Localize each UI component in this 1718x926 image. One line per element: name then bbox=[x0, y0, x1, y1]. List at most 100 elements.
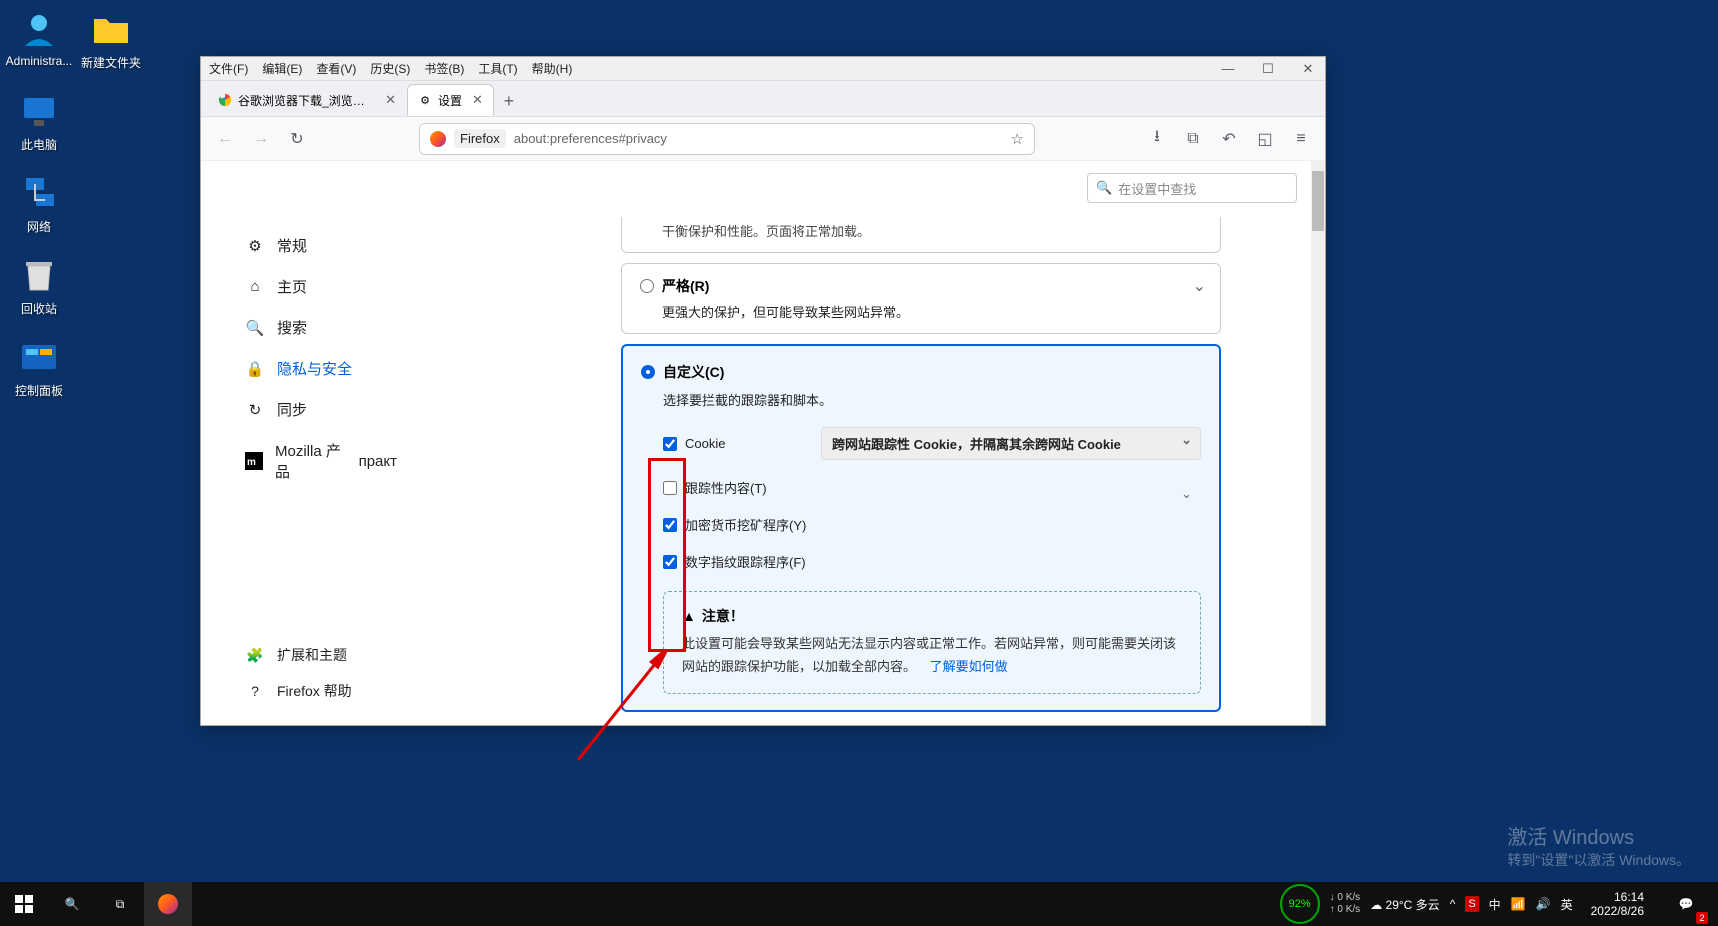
sidebar-item-general[interactable]: ⚙ 常规 bbox=[231, 225, 411, 266]
menu-bookmarks[interactable]: 书签(B) bbox=[424, 60, 464, 77]
downloads-button[interactable]: ⭳ bbox=[1143, 125, 1171, 153]
bookmark-star-icon[interactable]: ☆ bbox=[1011, 130, 1024, 148]
setting-standard-card: 干衡保护和性能。页面将正常加载。 bbox=[621, 217, 1221, 253]
checkbox-tracking-row: 跟踪性内容(T) bbox=[663, 478, 1201, 497]
back-button[interactable]: ← bbox=[211, 125, 239, 153]
tray-ime-s[interactable]: S bbox=[1465, 896, 1478, 912]
net-speed-indicator: ↓ 0 K/s ↑ 0 K/s bbox=[1330, 892, 1361, 916]
folder-icon bbox=[90, 8, 132, 50]
checkbox-fingerprint-row: 数字指纹跟踪程序(F) bbox=[663, 552, 1201, 571]
menu-file[interactable]: 文件(F) bbox=[209, 60, 248, 77]
new-tab-button[interactable]: + bbox=[494, 86, 524, 116]
user-icon bbox=[18, 8, 60, 50]
setting-strict-card[interactable]: 严格(R) 更强大的保护，但可能导致某些网站异常。 ⌄ bbox=[621, 263, 1221, 334]
tracking-checkbox[interactable] bbox=[663, 481, 677, 495]
sidebar-item-help[interactable]: ? Firefox 帮助 bbox=[231, 673, 366, 709]
checkbox-cookie-row: Cookie 跨网站跟踪性 Cookie，并隔离其余跨网站 Cookie bbox=[663, 427, 1201, 460]
url-bar[interactable]: Firefox about:preferences#privacy ☆ bbox=[419, 123, 1035, 155]
tab-close-icon[interactable]: ✕ bbox=[472, 92, 483, 108]
tray-volume-icon[interactable]: 🔊 bbox=[1536, 897, 1551, 911]
lock-icon: 🔒 bbox=[245, 359, 265, 379]
scrollbar[interactable] bbox=[1311, 161, 1325, 725]
window-close-button[interactable]: ✕ bbox=[1299, 60, 1317, 78]
desktop-icon-administrator[interactable]: Administra... bbox=[4, 8, 74, 68]
network-icon bbox=[18, 172, 60, 214]
reload-button[interactable]: ↻ bbox=[283, 125, 311, 153]
tab-bar: 谷歌浏览器下载_浏览器官网入口 ✕ ⚙ 设置 ✕ + bbox=[201, 81, 1325, 117]
gear-icon: ⚙ bbox=[245, 236, 265, 256]
tray-ime-lang[interactable]: 英 bbox=[1561, 896, 1573, 913]
tab-close-icon[interactable]: ✕ bbox=[385, 92, 396, 108]
chrome-icon bbox=[218, 93, 232, 107]
menu-tools[interactable]: 工具(T) bbox=[478, 60, 517, 77]
chevron-down-icon: ⌄ bbox=[1193, 276, 1206, 296]
start-button[interactable] bbox=[0, 882, 48, 926]
search-button[interactable]: 🔍 bbox=[48, 882, 96, 926]
tray-ime-zh[interactable]: 中 bbox=[1489, 896, 1501, 913]
toolbar: ← → ↻ Firefox about:preferences#privacy … bbox=[201, 117, 1325, 161]
forward-button[interactable]: → bbox=[247, 125, 275, 153]
activate-windows-watermark: 激活 Windows 转到"设置"以激活 Windows。 bbox=[1507, 821, 1690, 870]
warn-learn-more-link[interactable]: 了解要如何做 bbox=[930, 659, 1008, 674]
trash-icon bbox=[18, 254, 60, 296]
strict-radio[interactable] bbox=[640, 279, 654, 293]
desktop-icon-network[interactable]: 网络 bbox=[4, 172, 74, 235]
sidebar-item-search[interactable]: 🔍 搜索 bbox=[231, 307, 411, 348]
puzzle-icon: 🧩 bbox=[245, 645, 265, 665]
help-icon: ? bbox=[245, 681, 265, 701]
menu-edit[interactable]: 编辑(E) bbox=[262, 60, 302, 77]
window-minimize-button[interactable]: — bbox=[1219, 60, 1237, 78]
tab-settings[interactable]: ⚙ 设置 ✕ bbox=[407, 84, 494, 116]
gear-icon: ⚙ bbox=[418, 93, 432, 107]
cookie-checkbox[interactable] bbox=[663, 437, 677, 451]
control-panel-icon bbox=[18, 336, 60, 378]
setting-custom-card: 自定义(C) 选择要拦截的跟踪器和脚本。 Cookie 跨网站跟踪性 Cooki… bbox=[621, 344, 1221, 712]
undo-button[interactable]: ↶ bbox=[1215, 125, 1243, 153]
settings-search-input[interactable]: 🔍 在设置中查找 bbox=[1087, 173, 1297, 203]
task-view-button[interactable]: ⧉ bbox=[96, 882, 144, 926]
tab-chrome-download[interactable]: 谷歌浏览器下载_浏览器官网入口 ✕ bbox=[207, 84, 407, 116]
settings-sidebar: ⚙ 常规 ⌂ 主页 🔍 搜索 🔒 隐私与安全 ↻ 同步 bbox=[201, 161, 411, 725]
firefox-icon bbox=[430, 131, 446, 147]
search-icon: 🔍 bbox=[245, 318, 265, 338]
notification-button[interactable]: 💬 bbox=[1662, 882, 1710, 926]
cookie-dropdown[interactable]: 跨网站跟踪性 Cookie，并隔离其余跨网站 Cookie bbox=[821, 427, 1201, 460]
checkbox-crypto-row: 加密货币挖矿程序(Y) bbox=[663, 515, 1201, 534]
tracking-dropdown[interactable] bbox=[1031, 481, 1201, 495]
sidebar-item-mozilla[interactable]: m Mozilla 产品 практ bbox=[231, 430, 411, 492]
menu-history[interactable]: 历史(S) bbox=[370, 60, 410, 77]
taskbar-firefox[interactable] bbox=[144, 882, 192, 926]
pc-icon bbox=[18, 90, 60, 132]
desktop-icon-recycle-bin[interactable]: 回收站 bbox=[4, 254, 74, 317]
sync-icon: ↻ bbox=[245, 400, 265, 420]
extensions-button[interactable]: ⧉ bbox=[1179, 125, 1207, 153]
custom-radio-row[interactable]: 自定义(C) bbox=[641, 362, 1201, 382]
fingerprint-checkbox[interactable] bbox=[663, 555, 677, 569]
sidebar-item-home[interactable]: ⌂ 主页 bbox=[231, 266, 411, 307]
url-text: about:preferences#privacy bbox=[514, 131, 1003, 146]
desktop-icon-control-panel[interactable]: 控制面板 bbox=[4, 336, 74, 399]
crypto-checkbox[interactable] bbox=[663, 518, 677, 532]
url-product-badge: Firefox bbox=[454, 129, 506, 148]
taskbar-clock[interactable]: 16:14 2022/8/26 bbox=[1583, 890, 1652, 919]
menu-view[interactable]: 查看(V) bbox=[316, 60, 356, 77]
menu-help[interactable]: 帮助(H) bbox=[532, 60, 573, 77]
account-button[interactable]: ◱ bbox=[1251, 125, 1279, 153]
scrollbar-thumb[interactable] bbox=[1312, 171, 1324, 231]
firefox-window: 文件(F) 编辑(E) 查看(V) 历史(S) 书签(B) 工具(T) 帮助(H… bbox=[200, 56, 1326, 726]
weather-indicator[interactable]: ☁ 29°C 多云 bbox=[1370, 896, 1440, 913]
home-icon: ⌂ bbox=[245, 277, 265, 297]
mozilla-icon: m bbox=[245, 451, 263, 471]
window-maximize-button[interactable]: ☐ bbox=[1259, 60, 1277, 78]
desktop-icon-this-pc[interactable]: 此电脑 bbox=[4, 90, 74, 153]
sidebar-item-extensions[interactable]: 🧩 扩展和主题 bbox=[231, 637, 366, 673]
tray-chevron[interactable]: ^ bbox=[1450, 897, 1456, 911]
tray-network-icon[interactable]: 📶 bbox=[1511, 897, 1526, 911]
app-menu-button[interactable]: ≡ bbox=[1287, 125, 1315, 153]
desktop-icon-new-folder[interactable]: 新建文件夹 bbox=[76, 8, 146, 71]
settings-content: ⚙ 常规 ⌂ 主页 🔍 搜索 🔒 隐私与安全 ↻ 同步 bbox=[201, 161, 1325, 725]
sidebar-item-privacy[interactable]: 🔒 隐私与安全 bbox=[231, 348, 411, 389]
battery-indicator[interactable]: 92% bbox=[1280, 884, 1320, 924]
sidebar-item-sync[interactable]: ↻ 同步 bbox=[231, 389, 411, 430]
custom-radio[interactable] bbox=[641, 365, 655, 379]
